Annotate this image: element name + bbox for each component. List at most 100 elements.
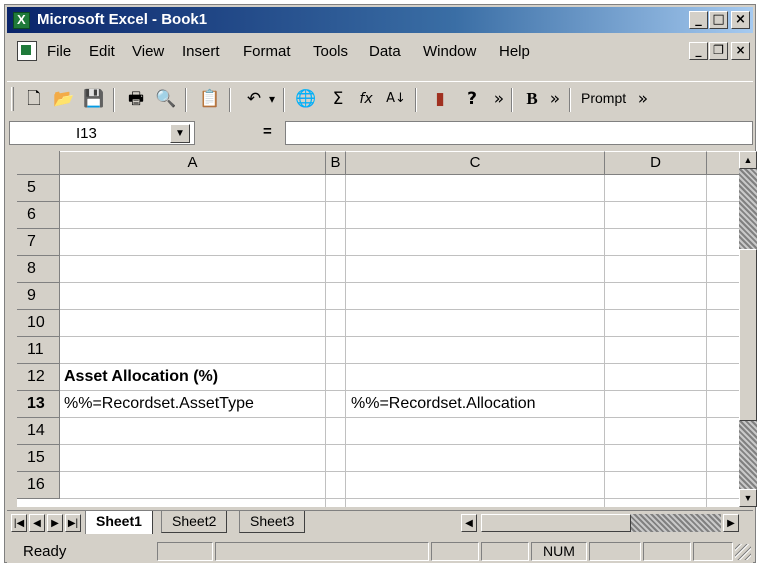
row-header[interactable]: 6 [17,202,60,229]
row-header[interactable]: 14 [17,418,60,445]
menu-view[interactable]: View [132,43,164,60]
title-bar[interactable]: Microsoft Excel - Book1 _ □ × [7,7,753,33]
toolbar-separator [511,88,513,112]
menu-format[interactable]: Format [243,43,291,60]
toolbar-grip[interactable] [11,87,14,111]
more-icon[interactable]: » [547,86,563,112]
bold-icon[interactable]: B [519,86,545,112]
sheet-tab-bar: |◀ ◀ ▶ ▶| Sheet1 Sheet2 Sheet3 ◀ ▶ [7,510,753,536]
menu-window[interactable]: Window [423,43,476,60]
help-icon[interactable]: ? [459,86,485,112]
menu-bar: File Edit View Insert Format Tools Data … [7,37,753,65]
save-icon[interactable]: 💾 [81,86,107,112]
row-header-active[interactable]: 13 [17,391,60,418]
excel-window: Microsoft Excel - Book1 _ □ × File Edit … [4,4,757,563]
gridline [60,309,739,310]
row-header[interactable]: 12 [17,364,60,391]
function-icon[interactable]: fx [353,86,379,112]
row-header[interactable]: 5 [17,175,60,202]
autosum-icon[interactable]: Σ [325,86,351,112]
cell-a13[interactable]: %%=Recordset.AssetType [64,391,254,417]
formula-bar: I13 ▼ = [7,119,753,147]
new-icon[interactable]: 🗋 [21,86,47,112]
resize-grip-icon[interactable] [735,544,751,560]
cell-c13[interactable]: %%=Recordset.Allocation [351,391,536,417]
gridline [60,444,739,445]
more-icon[interactable]: » [491,86,507,112]
row-header[interactable]: 7 [17,229,60,256]
vertical-scrollbar[interactable]: ▲ ▼ [739,151,757,507]
excel-app-icon[interactable] [13,12,30,29]
row-header[interactable]: 15 [17,445,60,472]
gridline [60,228,739,229]
gridline [60,498,739,499]
menu-file[interactable]: File [47,43,71,60]
workbook-icon[interactable] [17,41,37,61]
tab-sheet2[interactable]: Sheet2 [161,511,228,533]
toolbar-separator [415,88,417,112]
last-sheet-icon[interactable]: ▶| [65,514,81,532]
status-bar: Ready NUM [7,539,753,563]
hscroll-right-icon[interactable]: ▶ [723,514,739,532]
menu-help[interactable]: Help [499,43,530,60]
open-icon[interactable]: 📂 [51,86,77,112]
restore-button[interactable]: □ [709,11,728,29]
scroll-track[interactable] [739,421,757,489]
close-button[interactable]: × [731,11,750,29]
doc-restore-button[interactable]: ❐ [709,42,728,60]
prompt-label[interactable]: Prompt [581,90,626,106]
scroll-down-icon[interactable]: ▼ [739,489,757,507]
paste-icon[interactable]: 📋 [197,86,223,112]
row-header[interactable]: 9 [17,283,60,310]
column-header-b[interactable]: B [326,151,346,175]
row-header[interactable]: 8 [17,256,60,283]
worksheet-grid[interactable]: A B C D 5 6 7 8 9 10 11 12 13 14 15 16 A… [17,151,739,507]
tab-sheet3[interactable]: Sheet3 [239,511,306,533]
menu-edit[interactable]: Edit [89,43,115,60]
standard-toolbar: 🗋 📂 💾 🖶 🔍 📋 ↶ ▾ 🌐 Σ fx A↓ ▮ ? » B » Prom… [7,81,753,117]
first-sheet-icon[interactable]: |◀ [11,514,27,532]
chart-wizard-icon[interactable]: ▮ [427,86,453,112]
menu-tools[interactable]: Tools [313,43,348,60]
print-preview-icon[interactable]: 🔍 [153,86,179,112]
name-box[interactable]: I13 ▼ [9,121,195,145]
menu-insert[interactable]: Insert [182,43,220,60]
gridline [60,255,739,256]
status-panel [215,542,429,561]
column-header-a[interactable]: A [60,151,326,175]
status-text: Ready [23,543,67,560]
row-header[interactable]: 16 [17,472,60,499]
undo-dropdown-icon[interactable]: ▾ [265,86,279,112]
row-header[interactable]: 10 [17,310,60,337]
column-header-c[interactable]: C [346,151,605,175]
scroll-thumb[interactable] [739,249,757,421]
equals-icon[interactable]: = [263,123,272,140]
scroll-track[interactable] [739,169,757,249]
minimize-button[interactable]: _ [689,11,708,29]
column-header-d[interactable]: D [605,151,707,175]
sort-ascending-icon[interactable]: A↓ [383,86,409,112]
next-sheet-icon[interactable]: ▶ [47,514,63,532]
more-icon[interactable]: » [635,86,651,112]
chevron-down-icon[interactable]: ▼ [170,124,190,143]
scroll-up-icon[interactable]: ▲ [739,151,757,169]
hscroll-left-icon[interactable]: ◀ [461,514,477,532]
column-header-e[interactable] [707,151,739,175]
print-icon[interactable]: 🖶 [123,86,149,112]
num-lock-indicator: NUM [531,542,587,561]
select-all-corner[interactable] [17,151,60,175]
name-box-value: I13 [76,125,97,142]
menu-data[interactable]: Data [369,43,401,60]
cell-a12[interactable]: Asset Allocation (%) [64,364,218,390]
undo-icon[interactable]: ↶ [241,86,267,112]
toolbar-separator [283,88,285,112]
tab-sheet1[interactable]: Sheet1 [85,511,153,534]
prev-sheet-icon[interactable]: ◀ [29,514,45,532]
formula-input[interactable] [285,121,753,145]
web-icon[interactable]: 🌐 [293,86,319,112]
doc-minimize-button[interactable]: _ [689,42,708,60]
toolbar-separator [185,88,187,112]
row-header[interactable]: 11 [17,337,60,364]
doc-close-button[interactable]: × [731,42,750,60]
horizontal-scroll-thumb[interactable] [481,514,631,532]
